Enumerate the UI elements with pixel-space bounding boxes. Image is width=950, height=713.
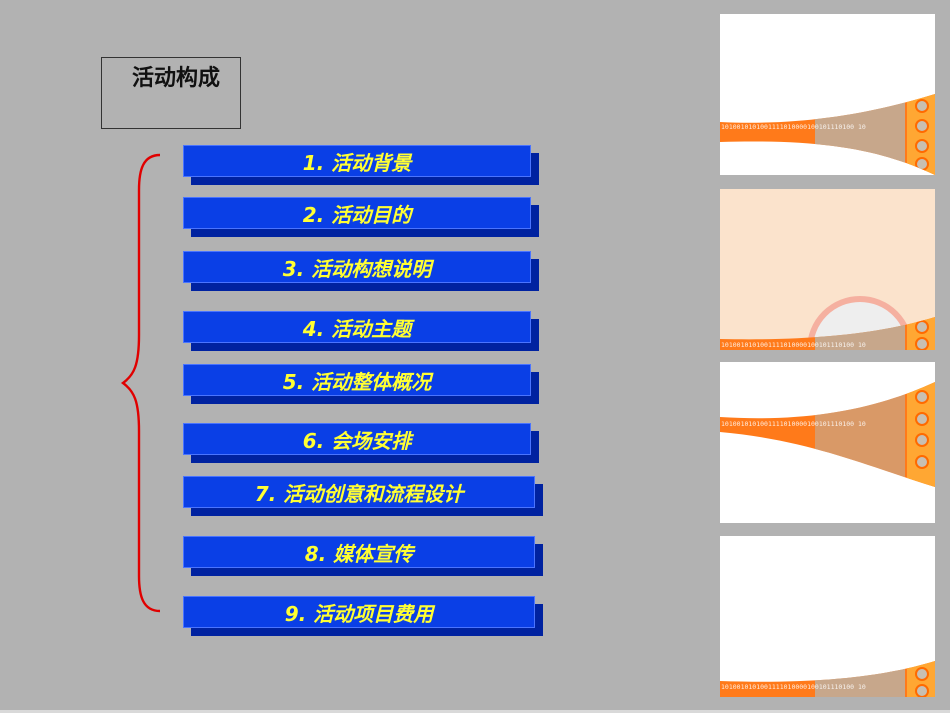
menu-item-label[interactable]: 5. 活动整体概况 (183, 364, 531, 396)
binary-text: 1010010101001111010000100101110100 10 (721, 683, 866, 691)
menu-item-4[interactable]: 4. 活动主题 (183, 311, 539, 351)
menu-item-label[interactable]: 8. 媒体宣传 (183, 536, 535, 568)
template-thumbnail-1[interactable]: 1010010101001111010000100101110100 10 (720, 14, 935, 175)
decorative-dot-icon (915, 157, 929, 171)
menu-item-9[interactable]: 9. 活动项目费用 (183, 596, 543, 636)
menu-item-5[interactable]: 5. 活动整体概况 (183, 364, 539, 404)
decorative-dot-icon (915, 684, 929, 697)
thumbnail-graphic: 1010010101001111010000100101110100 10 (720, 189, 935, 350)
section-title-box: 活动构成 (101, 57, 241, 129)
menu-item-label[interactable]: 1. 活动背景 (183, 145, 531, 177)
menu-item-label[interactable]: 3. 活动构想说明 (183, 251, 531, 283)
decorative-dot-icon (915, 139, 929, 153)
decorative-dot-icon (915, 667, 929, 681)
decorative-dot-icon (915, 390, 929, 404)
decorative-dot-icon (915, 99, 929, 113)
binary-text: 1010010101001111010000100101110100 10 (721, 341, 866, 349)
menu-item-3[interactable]: 3. 活动构想说明 (183, 251, 539, 291)
decorative-dot-icon (915, 119, 929, 133)
decorative-dot-icon (915, 337, 929, 350)
thumbnail-graphic: 1010010101001111010000100101110100 10 (720, 382, 935, 487)
template-thumbnail-2[interactable]: 1010010101001111010000100101110100 10 (720, 189, 935, 350)
menu-item-label[interactable]: 6. 会场安排 (183, 423, 531, 455)
template-thumbnail-4[interactable]: 1010010101001111010000100101110100 10 (720, 536, 935, 697)
thumbnail-graphic: 1010010101001111010000100101110100 10 (720, 94, 935, 175)
grey-panel (815, 94, 905, 175)
decorative-dot-icon (915, 412, 929, 426)
menu-item-label[interactable]: 9. 活动项目费用 (183, 596, 535, 628)
menu-item-1[interactable]: 1. 活动背景 (183, 145, 539, 185)
menu-item-8[interactable]: 8. 媒体宣传 (183, 536, 543, 576)
section-title: 活动构成 (132, 66, 221, 91)
menu-item-label[interactable]: 7. 活动创意和流程设计 (183, 476, 535, 508)
grey-panel (815, 382, 905, 487)
menu-item-7[interactable]: 7. 活动创意和流程设计 (183, 476, 543, 516)
binary-text: 1010010101001111010000100101110100 10 (721, 420, 866, 428)
menu-item-label[interactable]: 4. 活动主题 (183, 311, 531, 343)
decorative-dot-icon (915, 455, 929, 469)
thumbnail-graphic: 1010010101001111010000100101110100 10 (720, 661, 935, 697)
menu-item-6[interactable]: 6. 会场安排 (183, 423, 539, 463)
template-thumbnail-3[interactable]: 1010010101001111010000100101110100 10 (720, 362, 935, 523)
menu-item-label[interactable]: 2. 活动目的 (183, 197, 531, 229)
grey-panel (815, 661, 905, 697)
binary-text: 1010010101001111010000100101110100 10 (721, 123, 866, 131)
curly-brace (120, 153, 161, 613)
decorative-dot-icon (915, 320, 929, 334)
decorative-dot-icon (915, 433, 929, 447)
menu-item-2[interactable]: 2. 活动目的 (183, 197, 539, 237)
